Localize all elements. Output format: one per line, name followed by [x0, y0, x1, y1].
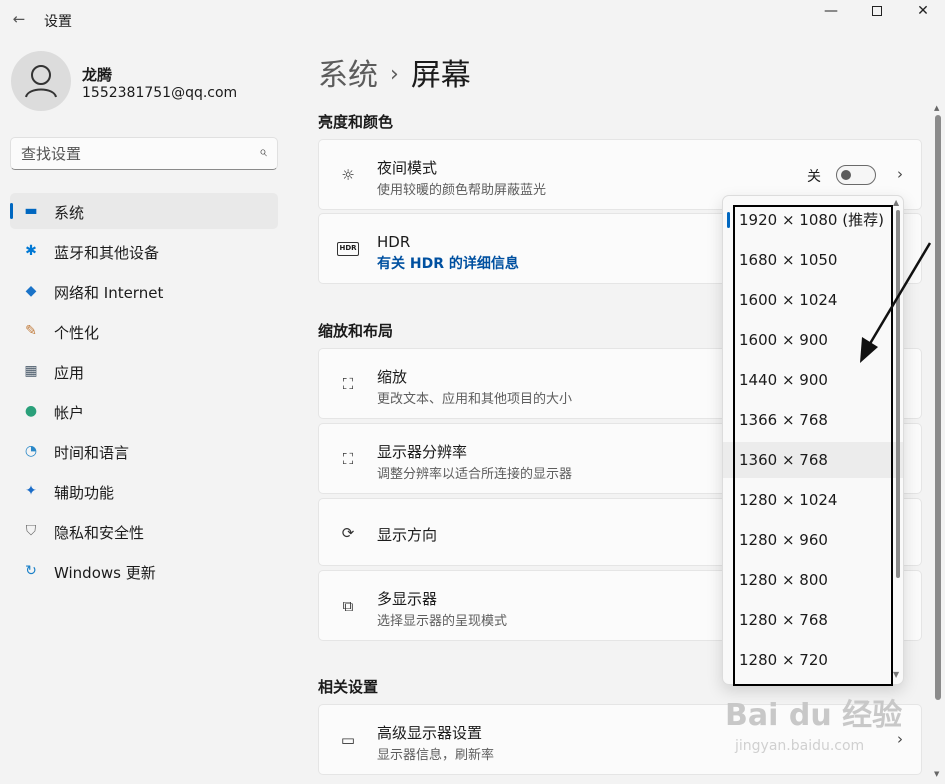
page-scrollbar[interactable]	[935, 115, 941, 700]
sidebar-item-label: 辅助功能	[54, 484, 115, 502]
rotate-screen-icon: ⟳	[341, 524, 355, 542]
card-description: 显示器信息，刷新率	[377, 748, 495, 763]
card-title: 缩放	[377, 368, 408, 386]
sidebar-item-personalization[interactable]: ✎ 个性化	[10, 313, 278, 349]
sidebar-item-label: Windows 更新	[54, 564, 156, 582]
page-title: 屏幕	[410, 58, 471, 93]
card-description: 调整分辨率以适合所连接的显示器	[377, 467, 573, 482]
search-icon[interactable]: ⌕	[259, 144, 267, 160]
wifi-icon: ◆	[25, 283, 37, 299]
chevron-right-icon[interactable]: ›	[897, 165, 903, 183]
sidebar-nav: ▬ 系统 ✱ 蓝牙和其他设备 ◆ 网络和 Internet ✎ 个性化 ▦ 应用…	[10, 193, 278, 593]
app-title: 设置	[44, 14, 72, 30]
sidebar-item-label: 时间和语言	[54, 444, 130, 462]
user-email: 1552381751@qq.com	[82, 85, 238, 101]
card-title: 高级显示器设置	[377, 724, 483, 742]
user-name: 龙腾	[82, 66, 113, 84]
sidebar-item-windows-update[interactable]: ↻ Windows 更新	[10, 553, 278, 589]
sidebar-item-apps[interactable]: ▦ 应用	[10, 353, 278, 389]
user-icon	[25, 65, 57, 98]
sidebar-item-accounts[interactable]: ● 帐户	[10, 393, 278, 429]
search-box[interactable]: ⌕	[10, 137, 278, 170]
hdr-info-link[interactable]: 有关 HDR 的详细信息	[377, 253, 519, 273]
scroll-up-icon[interactable]: ▲	[893, 198, 899, 207]
card-description: 使用较暖的颜色帮助屏蔽蓝光	[377, 183, 547, 198]
search-input[interactable]	[21, 144, 241, 164]
section-title-brightness: 亮度和颜色	[318, 113, 394, 131]
avatar[interactable]	[11, 51, 71, 111]
apps-icon: ▦	[24, 363, 38, 379]
laptop-icon: ▭	[340, 731, 356, 749]
sidebar-item-bluetooth[interactable]: ✱ 蓝牙和其他设备	[10, 233, 278, 269]
sidebar-item-label: 隐私和安全性	[54, 524, 145, 542]
sidebar-item-system[interactable]: ▬ 系统	[10, 193, 278, 229]
toggle-state-label: 关	[807, 169, 821, 185]
sidebar-item-label: 帐户	[54, 404, 85, 422]
accessibility-icon: ✦	[25, 483, 37, 499]
card-description: 选择显示器的呈现模式	[377, 614, 508, 629]
globe-clock-icon: ◔	[24, 443, 38, 459]
card-title: 夜间模式	[377, 159, 438, 177]
hdr-icon: HDR	[337, 242, 359, 256]
sidebar-item-accessibility[interactable]: ✦ 辅助功能	[10, 473, 278, 509]
breadcrumb: 系统 › 屏幕	[318, 50, 471, 94]
sidebar-item-network[interactable]: ◆ 网络和 Internet	[10, 273, 278, 309]
watermark-url: jingyan.baidu.com	[735, 738, 865, 754]
card-description: 更改文本、应用和其他项目的大小	[377, 392, 573, 407]
sidebar-item-label: 网络和 Internet	[54, 284, 164, 302]
card-title: 多显示器	[377, 590, 438, 608]
scroll-down-icon[interactable]: ▼	[934, 770, 939, 778]
watermark-logo: Bai du 经验	[725, 698, 903, 733]
back-button[interactable]: ←	[8, 8, 30, 30]
card-title: HDR	[377, 233, 411, 251]
card-title: 显示器分辨率	[377, 443, 468, 461]
scroll-up-icon[interactable]: ▲	[934, 104, 939, 112]
section-title-scale-layout: 缩放和布局	[318, 322, 394, 340]
scale-icon: ⛶	[342, 375, 354, 393]
scroll-down-icon[interactable]: ▼	[893, 670, 899, 679]
multiple-displays-icon: ⧉	[342, 597, 354, 615]
sidebar-item-label: 个性化	[54, 324, 100, 342]
night-light-toggle[interactable]	[836, 165, 876, 185]
sidebar-item-label: 系统	[54, 204, 85, 222]
breadcrumb-parent[interactable]: 系统	[318, 58, 378, 93]
section-title-related: 相关设置	[318, 678, 379, 696]
annotation-arrow-icon	[860, 242, 932, 363]
maximize-icon	[872, 6, 882, 16]
sidebar-item-label: 蓝牙和其他设备	[54, 244, 160, 262]
sidebar-item-label: 应用	[54, 364, 85, 382]
update-icon: ↻	[25, 563, 37, 579]
chevron-right-icon: ›	[390, 62, 399, 87]
title-bar: ← 设置 — ✕	[0, 0, 945, 40]
close-button[interactable]: ✕	[900, 0, 945, 26]
resolution-icon: ⛶	[342, 450, 354, 468]
bluetooth-icon: ✱	[25, 243, 37, 259]
shield-icon: ⛉	[25, 523, 37, 539]
card-title: 显示方向	[377, 526, 438, 544]
sun-icon: ☼	[341, 166, 355, 184]
brush-icon: ✎	[25, 323, 37, 339]
minimize-button[interactable]: —	[808, 0, 854, 26]
account-icon: ●	[24, 403, 38, 419]
monitor-icon: ▬	[24, 203, 38, 219]
maximize-button[interactable]	[854, 0, 900, 26]
sidebar-item-time-language[interactable]: ◔ 时间和语言	[10, 433, 278, 469]
sidebar-item-privacy[interactable]: ⛉ 隐私和安全性	[10, 513, 278, 549]
